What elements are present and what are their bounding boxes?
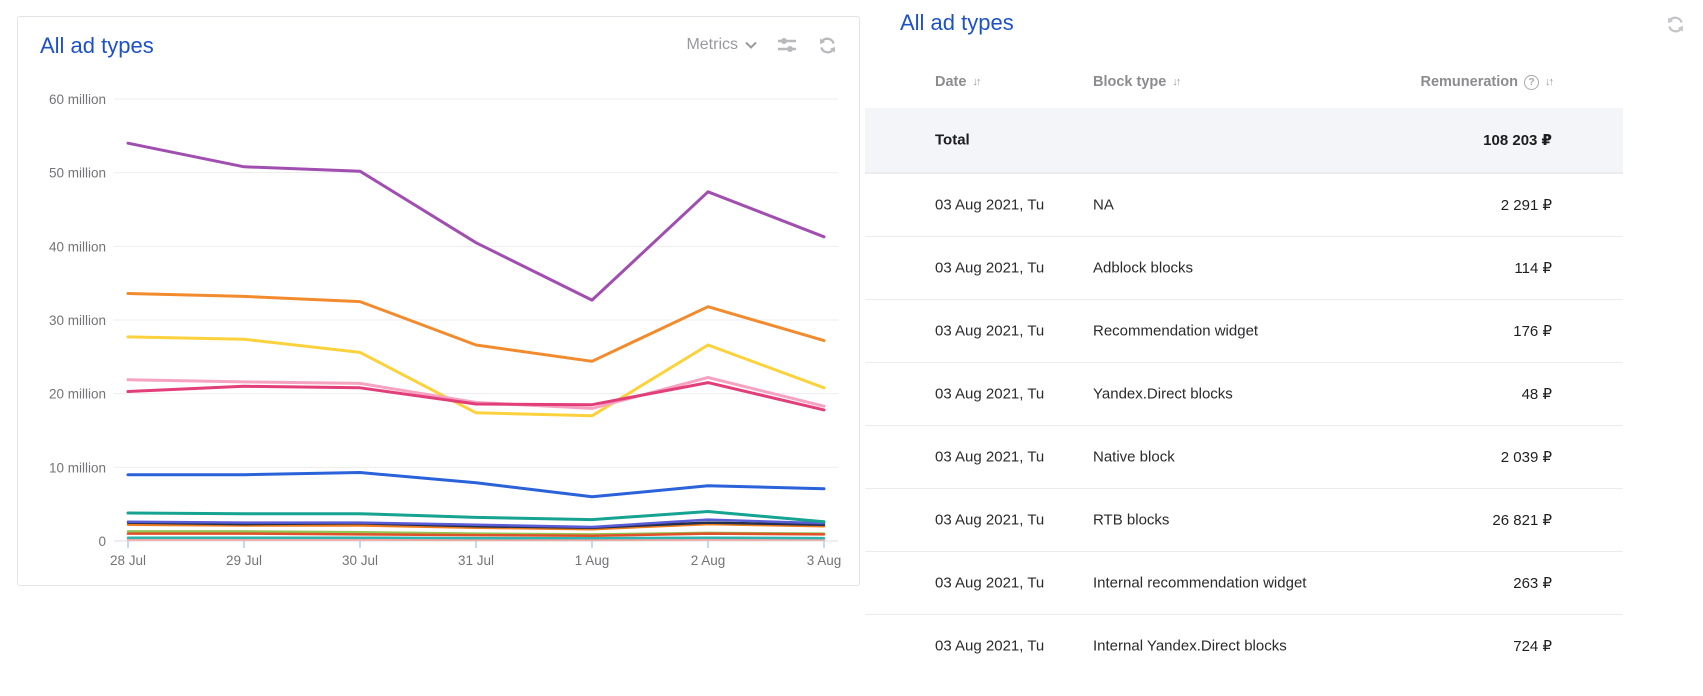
column-label: Block type bbox=[1093, 74, 1166, 90]
column-header-date[interactable]: Date ↓↑ bbox=[935, 74, 979, 90]
y-axis-label: 0 bbox=[98, 534, 106, 549]
table-row: 03 Aug 2021, Tu Recommendation widget 176 … bbox=[865, 299, 1623, 362]
cell-date: 03 Aug 2021, Tu bbox=[935, 575, 1044, 592]
cell-remuneration: 724 ₽ bbox=[1513, 637, 1552, 655]
y-axis-label: 20 million bbox=[49, 387, 106, 402]
refresh-icon[interactable] bbox=[1665, 14, 1685, 34]
chart-controls: Metrics bbox=[686, 35, 837, 55]
x-axis-label: 29 Jul bbox=[226, 553, 262, 568]
sort-icon[interactable]: ↓↑ bbox=[972, 77, 979, 88]
cell-block-type: NA bbox=[1093, 197, 1114, 214]
table-header-row: Date ↓↑ Block type ↓↑ Remuneration ? ↓↑ bbox=[865, 60, 1623, 108]
cell-remuneration: 108 203 ₽ bbox=[1483, 131, 1552, 149]
column-header-block-type[interactable]: Block type ↓↑ bbox=[1093, 74, 1179, 90]
cell-block-type: Internal recommendation widget bbox=[1093, 575, 1306, 592]
x-axis-label: 28 Jul bbox=[110, 553, 146, 568]
table-row: 03 Aug 2021, Tu Internal Yandex.Direct bl… bbox=[865, 614, 1623, 677]
cell-remuneration: 2 039 ₽ bbox=[1501, 448, 1552, 466]
x-axis-label: 31 Jul bbox=[458, 553, 494, 568]
red-line bbox=[128, 534, 824, 536]
cell-block-type: Recommendation widget bbox=[1093, 323, 1258, 340]
cell-remuneration: 48 ₽ bbox=[1522, 385, 1552, 403]
cell-date: 03 Aug 2021, Tu bbox=[935, 260, 1044, 277]
chart-card-header: All ad types Metrics bbox=[18, 17, 859, 69]
cell-remuneration: 176 ₽ bbox=[1513, 322, 1552, 340]
blue-line bbox=[128, 473, 824, 497]
y-axis-label: 40 million bbox=[49, 239, 106, 254]
metrics-dropdown[interactable]: Metrics bbox=[686, 36, 757, 54]
cell-block-type: Yandex.Direct blocks bbox=[1093, 386, 1233, 403]
cell-block-type: Internal Yandex.Direct blocks bbox=[1093, 638, 1287, 655]
cell-block-type: Native block bbox=[1093, 449, 1175, 466]
x-axis-label: 3 Aug bbox=[807, 553, 842, 568]
cell-date: 03 Aug 2021, Tu bbox=[935, 323, 1044, 340]
remuneration-table: Date ↓↑ Block type ↓↑ Remuneration ? ↓↑ … bbox=[865, 60, 1623, 677]
metrics-dropdown-label: Metrics bbox=[686, 36, 738, 54]
cell-remuneration: 2 291 ₽ bbox=[1501, 196, 1552, 214]
x-axis-label: 30 Jul bbox=[342, 553, 378, 568]
table-row: 03 Aug 2021, Tu RTB blocks 26 821 ₽ bbox=[865, 488, 1623, 551]
cell-remuneration: 26 821 ₽ bbox=[1492, 511, 1552, 529]
sort-icon[interactable]: ↓↑ bbox=[1172, 77, 1179, 88]
y-axis-label: 60 million bbox=[49, 92, 106, 107]
cell-date: 03 Aug 2021, Tu bbox=[935, 386, 1044, 403]
table-row: 03 Aug 2021, Tu Native block 2 039 ₽ bbox=[865, 425, 1623, 488]
table-row: 03 Aug 2021, Tu Internal recommendation w… bbox=[865, 551, 1623, 614]
table-body: Total108 203 ₽03 Aug 2021, TuNA2 291 ₽03… bbox=[865, 108, 1623, 677]
x-axis-label: 2 Aug bbox=[691, 553, 726, 568]
sliders-icon[interactable] bbox=[777, 35, 797, 55]
table-title: All ad types bbox=[900, 10, 1014, 36]
chart-card: All ad types Metrics bbox=[17, 16, 860, 586]
y-axis-label: 50 million bbox=[49, 166, 106, 181]
cell-date: 03 Aug 2021, Tu bbox=[935, 638, 1044, 655]
table-card: All ad types Date ↓↑ Block type ↓↑ Remun… bbox=[865, 0, 1703, 696]
cell-date: 03 Aug 2021, Tu bbox=[935, 449, 1044, 466]
column-header-remuneration[interactable]: Remuneration ? ↓↑ bbox=[1421, 74, 1553, 90]
purple-line bbox=[128, 143, 824, 300]
orange-line bbox=[128, 294, 824, 362]
column-label: Date bbox=[935, 74, 966, 90]
chart-title: All ad types bbox=[40, 33, 154, 59]
column-label: Remuneration bbox=[1421, 74, 1519, 90]
chart-area[interactable]: 60 million 50 million 40 million 30 million… bbox=[32, 69, 844, 581]
y-axis-label: 10 million bbox=[49, 460, 106, 475]
cell-date: 03 Aug 2021, Tu bbox=[935, 512, 1044, 529]
crimson-line bbox=[128, 383, 824, 410]
cell-block-type: Adblock blocks bbox=[1093, 260, 1193, 277]
sort-icon[interactable]: ↓↑ bbox=[1545, 77, 1552, 88]
cell-date: Total bbox=[935, 132, 970, 149]
help-icon[interactable]: ? bbox=[1524, 75, 1539, 90]
cell-block-type: RTB blocks bbox=[1093, 512, 1169, 529]
table-row: 03 Aug 2021, Tu Adblock blocks 114 ₽ bbox=[865, 236, 1623, 299]
chevron-down-icon bbox=[745, 41, 757, 49]
x-axis-label: 1 Aug bbox=[575, 553, 610, 568]
cell-remuneration: 114 ₽ bbox=[1514, 259, 1552, 277]
cell-date: 03 Aug 2021, Tu bbox=[935, 197, 1044, 214]
refresh-icon[interactable] bbox=[817, 35, 837, 55]
table-row: 03 Aug 2021, Tu Yandex.Direct blocks 48 ₽ bbox=[865, 362, 1623, 425]
table-row: 03 Aug 2021, Tu NA 2 291 ₽ bbox=[865, 173, 1623, 236]
cell-remuneration: 263 ₽ bbox=[1513, 574, 1552, 592]
table-row-total: Total 108 203 ₽ bbox=[865, 108, 1623, 173]
y-axis-label: 30 million bbox=[49, 313, 106, 328]
